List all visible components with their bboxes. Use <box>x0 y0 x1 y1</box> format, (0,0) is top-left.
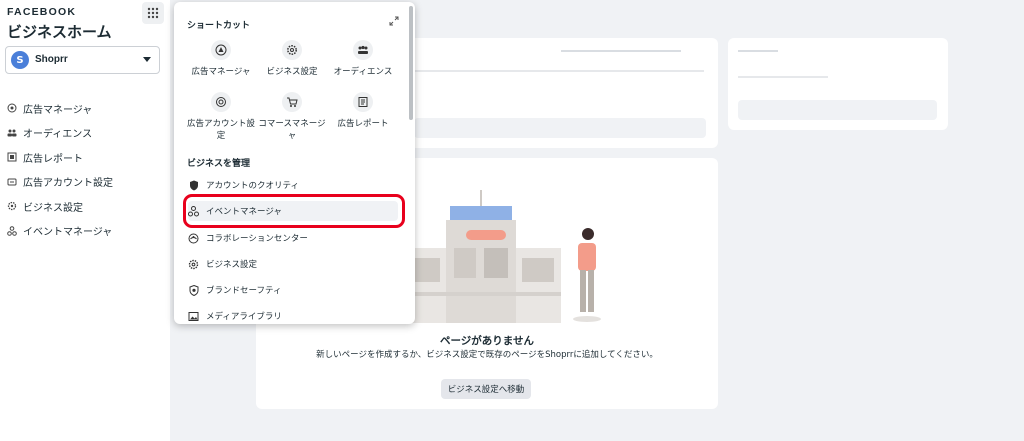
shortcut-label: 広告レポート <box>337 119 389 129</box>
sidebar-nav: 広告マネージャ オーディエンス 広告レポート 広告アカウント設定 ビジネス設定 … <box>0 96 113 243</box>
menu-item-label: アカウントのクオリティ <box>206 181 299 191</box>
account-selector[interactable]: S Shoprr <box>5 46 160 74</box>
sidebar-item-label: イベントマネージャ <box>23 227 113 239</box>
shortcut-label: コマースマネージャ <box>258 119 326 141</box>
blurred-text <box>738 50 778 52</box>
blurred-text <box>414 70 704 72</box>
report-icon <box>7 152 17 162</box>
collab-icon <box>188 233 199 244</box>
manage-business-heading: ビジネスを管理 <box>187 159 251 169</box>
sidebar-item-label: オーディエンス <box>23 129 93 141</box>
menu-item-label: ビジネス設定 <box>206 260 258 270</box>
grid-icon <box>147 7 159 19</box>
shortcut-label: 広告アカウント設定 <box>186 119 255 141</box>
shortcut-ads-manager[interactable]: 広告マネージャ <box>186 40 256 77</box>
menu-item-brand-safety[interactable]: ブランドセーフティ <box>188 280 398 300</box>
menu-item-collaboration-center[interactable]: コラボレーションセンター <box>188 228 398 248</box>
menu-item-label: コラボレーションセンター <box>206 234 308 244</box>
menu-item-business-settings[interactable]: ビジネス設定 <box>188 254 398 274</box>
sidebar-item-events-manager[interactable]: イベントマネージャ <box>0 219 113 244</box>
sidebar: FACEBOOK ビジネスホーム S Shoprr 広告マネージャ オーディエン… <box>0 0 170 441</box>
empty-state-description: 新しいページを作成するか、ビジネス設定で既存のページをShoprrに追加してくだ… <box>316 350 658 360</box>
sidebar-item-label: ビジネス設定 <box>23 202 83 214</box>
blurred-action-bar <box>414 118 706 138</box>
account-name: Shoprr <box>35 54 68 65</box>
menu-item-media-library[interactable]: メディアライブラリ <box>188 306 398 324</box>
empty-state-title: ページがありません <box>440 335 534 347</box>
shortcut-commerce-manager[interactable]: コマースマネージャ <box>257 92 327 141</box>
menu-item-label: メディアライブラリ <box>206 312 282 322</box>
blurred-text <box>561 50 681 52</box>
facebook-brand: FACEBOOK <box>7 6 77 18</box>
cart-icon <box>282 92 302 112</box>
shortcut-label: 広告マネージャ <box>191 67 251 77</box>
sidebar-item-ad-account-settings[interactable]: 広告アカウント設定 <box>0 170 113 195</box>
go-to-business-settings-button[interactable]: ビジネス設定へ移動 <box>441 379 531 399</box>
storefront-illustration <box>406 190 601 323</box>
sidebar-item-ad-reports[interactable]: 広告レポート <box>0 145 113 170</box>
shortcut-business-settings[interactable]: ビジネス設定 <box>257 40 327 77</box>
shortcut-label: ビジネス設定 <box>266 67 318 77</box>
page-title: ビジネスホーム <box>7 23 112 41</box>
highlight-annotation <box>183 194 405 228</box>
shortcut-audiences[interactable]: オーディエンス <box>328 40 398 77</box>
ad-account-icon <box>211 92 231 112</box>
target-icon <box>7 103 17 113</box>
shortcut-label: オーディエンス <box>333 67 393 77</box>
target-icon <box>211 40 231 60</box>
menu-scrollbar[interactable] <box>409 6 413 120</box>
blurred-action-bar <box>738 100 937 120</box>
sidebar-item-ads-manager[interactable]: 広告マネージャ <box>0 96 113 121</box>
ad-account-icon <box>7 177 17 187</box>
menu-item-account-quality[interactable]: アカウントのクオリティ <box>188 175 398 195</box>
expand-icon[interactable] <box>389 16 399 26</box>
avatar: S <box>11 51 29 69</box>
blurred-text <box>738 76 828 78</box>
shortcut-ad-account-settings[interactable]: 広告アカウント設定 <box>186 92 256 141</box>
brand-shield-icon <box>188 284 199 296</box>
business-tools-menu: ショートカット 広告マネージャ ビジネス設定 オーディエンス 広告アカウント設定… <box>174 2 415 324</box>
gear-icon <box>7 201 17 211</box>
events-icon <box>7 225 17 236</box>
apps-menu-button[interactable] <box>142 2 164 24</box>
side-card <box>728 38 948 130</box>
shortcuts-heading: ショートカット <box>187 21 251 31</box>
gear-icon <box>188 259 199 270</box>
media-icon <box>188 311 199 322</box>
people-icon <box>7 128 17 138</box>
sidebar-item-label: 広告レポート <box>23 153 83 165</box>
report-icon <box>353 92 373 112</box>
shield-icon <box>188 180 199 191</box>
people-icon <box>353 40 373 60</box>
menu-item-label: ブランドセーフティ <box>206 286 282 296</box>
chevron-down-icon <box>143 57 151 62</box>
shortcut-ad-reports[interactable]: 広告レポート <box>328 92 398 129</box>
sidebar-item-label: 広告マネージャ <box>23 104 93 116</box>
sidebar-item-audiences[interactable]: オーディエンス <box>0 121 113 146</box>
sidebar-item-business-settings[interactable]: ビジネス設定 <box>0 194 113 219</box>
gear-icon <box>282 40 302 60</box>
sidebar-item-label: 広告アカウント設定 <box>23 178 113 190</box>
